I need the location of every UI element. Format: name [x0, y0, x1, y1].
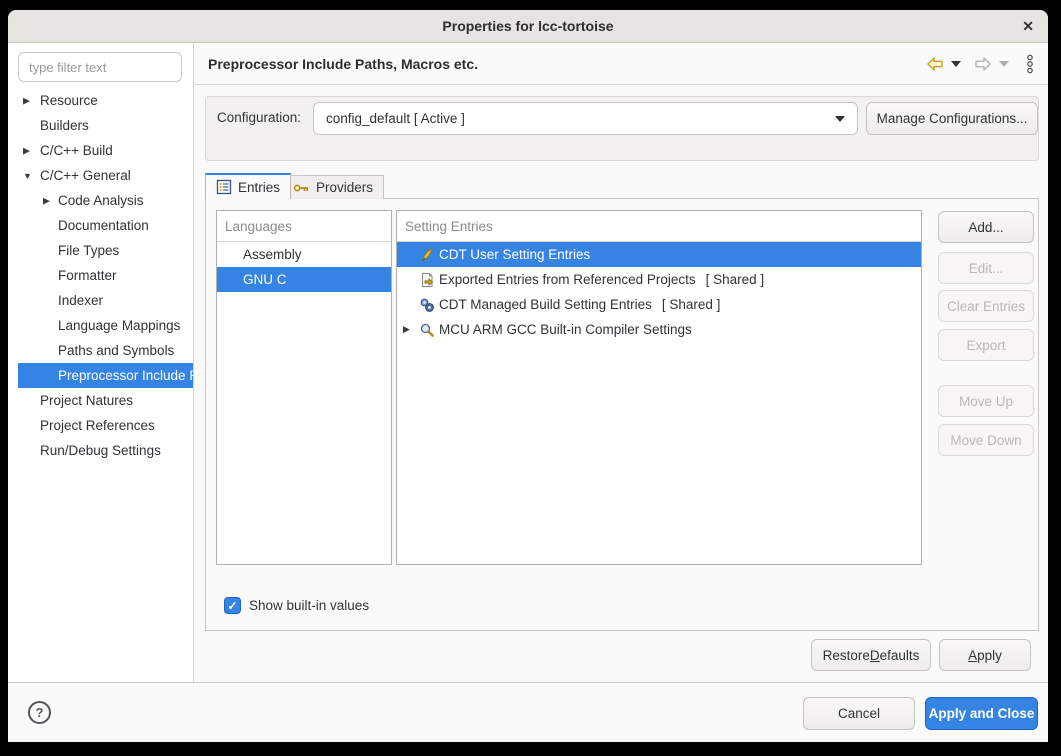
manage-configurations-button[interactable]: Manage Configurations...	[866, 102, 1038, 135]
sidebar-item-run-debug-settings[interactable]: Run/Debug Settings	[8, 438, 193, 463]
configuration-panel: Configuration: config_default [ Active ]…	[205, 96, 1039, 161]
language-item-gnu-c[interactable]: GNU C	[217, 267, 391, 292]
sidebar-item-language-mappings[interactable]: Language Mappings	[8, 313, 193, 338]
show-builtin-label: Show built-in values	[249, 598, 369, 613]
apply-and-close-button[interactable]: Apply and Close	[925, 697, 1038, 730]
sidebar-item-project-references[interactable]: Project References	[8, 413, 193, 438]
configuration-value: config_default [ Active ]	[326, 111, 465, 126]
expander-collapsed-icon[interactable]: ▶	[43, 195, 50, 206]
add-button[interactable]: Add...	[938, 211, 1034, 243]
sidebar-item-preprocessor-include[interactable]: Preprocessor Include Paths, Macros etc.	[18, 363, 193, 388]
setting-entries-list: Setting Entries CDT User Setting Entries	[396, 210, 922, 565]
back-arrow-icon[interactable]	[926, 56, 944, 72]
quill-pen-icon	[419, 247, 435, 263]
sidebar-item-indexer[interactable]: Indexer	[8, 288, 193, 313]
entry-cdt-managed-build[interactable]: CDT Managed Build Setting Entries [ Shar…	[397, 292, 921, 317]
close-icon[interactable]: ✕	[1022, 10, 1034, 42]
sidebar-item-code-analysis[interactable]: ▶ Code Analysis	[8, 188, 193, 213]
sidebar-item-resource[interactable]: ▶ Resource	[8, 88, 193, 113]
sidebar-item-file-types[interactable]: File Types	[8, 238, 193, 263]
shared-badge: [ Shared ]	[662, 297, 721, 312]
entry-cdt-user-setting[interactable]: CDT User Setting Entries	[397, 242, 921, 267]
expander-expanded-icon[interactable]: ▼	[23, 171, 32, 181]
tab-entries-label: Entries	[238, 180, 280, 195]
properties-dialog: Properties for lcc-tortoise ✕ ▶ Resource…	[8, 10, 1048, 742]
sidebar-item-builders[interactable]: Builders	[8, 113, 193, 138]
chevron-down-icon	[835, 116, 845, 122]
shared-badge: [ Shared ]	[706, 272, 765, 287]
move-down-button[interactable]: Move Down	[938, 424, 1034, 456]
page-title: Preprocessor Include Paths, Macros etc.	[208, 56, 478, 72]
sidebar: ▶ Resource Builders ▶ C/C++ Build ▼ C/C+…	[8, 43, 194, 682]
checkmark-icon: ✓	[227, 599, 237, 613]
entries-list-icon	[216, 179, 232, 195]
forward-arrow-icon[interactable]	[974, 56, 992, 72]
expander-collapsed-icon[interactable]: ▶	[403, 324, 410, 335]
dialog-footer: ? Cancel Apply and Close	[8, 682, 1048, 742]
expander-collapsed-icon[interactable]: ▶	[23, 95, 30, 106]
cancel-button[interactable]: Cancel	[803, 697, 915, 730]
filter-input[interactable]	[18, 52, 182, 82]
titlebar[interactable]: Properties for lcc-tortoise ✕	[8, 10, 1048, 43]
languages-header: Languages	[217, 211, 391, 242]
main-content: Preprocessor Include Paths, Macros etc.	[194, 43, 1048, 682]
checkbox-checked-icon[interactable]: ✓	[224, 597, 241, 614]
page-header: Preprocessor Include Paths, Macros etc.	[194, 43, 1048, 85]
key-icon	[293, 181, 310, 195]
settings-tree: ▶ Resource Builders ▶ C/C++ Build ▼ C/C+…	[8, 88, 193, 463]
edit-button[interactable]: Edit...	[938, 252, 1034, 284]
tab-providers-label: Providers	[316, 180, 373, 195]
magnifier-icon	[419, 322, 435, 338]
history-nav	[926, 54, 1034, 74]
export-button[interactable]: Export	[938, 329, 1034, 361]
entries-tab-panel: Languages Assembly GNU C Setting Entries	[205, 198, 1039, 631]
sidebar-item-paths-and-symbols[interactable]: Paths and Symbols	[8, 338, 193, 363]
document-export-icon	[419, 272, 435, 288]
forward-history-dropdown-icon[interactable]	[999, 61, 1009, 67]
setting-entries-header: Setting Entries	[397, 211, 921, 242]
sidebar-item-formatter[interactable]: Formatter	[8, 263, 193, 288]
clear-entries-button[interactable]: Clear Entries	[938, 290, 1034, 322]
restore-defaults-button[interactable]: Restore Defaults	[811, 639, 931, 671]
entry-mcu-arm-gcc[interactable]: ▶ MCU ARM GCC Built-in Compiler Settings	[397, 317, 921, 342]
sidebar-item-documentation[interactable]: Documentation	[8, 213, 193, 238]
show-builtin-checkbox-row[interactable]: ✓ Show built-in values	[224, 597, 369, 614]
window-title: Properties for lcc-tortoise	[442, 18, 613, 34]
dialog-body: ▶ Resource Builders ▶ C/C++ Build ▼ C/C+…	[8, 43, 1048, 682]
move-up-button[interactable]: Move Up	[938, 385, 1034, 417]
tab-providers[interactable]: Providers	[282, 175, 384, 199]
sidebar-item-cpp-build[interactable]: ▶ C/C++ Build	[8, 138, 193, 163]
languages-list: Languages Assembly GNU C	[216, 210, 392, 565]
sidebar-item-cpp-general[interactable]: ▼ C/C++ General	[8, 163, 193, 188]
expander-collapsed-icon[interactable]: ▶	[23, 145, 30, 156]
sidebar-item-project-natures[interactable]: Project Natures	[8, 388, 193, 413]
configuration-select[interactable]: config_default [ Active ]	[313, 102, 858, 135]
view-menu-icon[interactable]	[1026, 54, 1034, 74]
tab-entries[interactable]: Entries	[205, 173, 291, 199]
language-item-assembly[interactable]: Assembly	[217, 242, 391, 267]
help-icon[interactable]: ?	[28, 701, 51, 724]
back-history-dropdown-icon[interactable]	[951, 61, 961, 67]
entry-exported-entries[interactable]: Exported Entries from Referenced Project…	[397, 267, 921, 292]
apply-button[interactable]: Apply	[939, 639, 1031, 671]
configuration-label: Configuration:	[217, 110, 301, 125]
gears-icon	[419, 297, 435, 313]
